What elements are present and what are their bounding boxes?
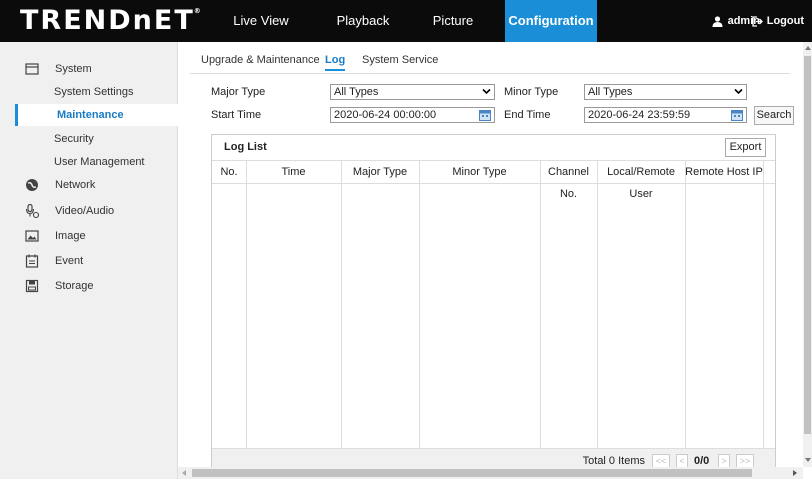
nav-playback[interactable]: Playback xyxy=(323,0,403,42)
major-type-value: All Types xyxy=(334,86,379,98)
column-header: Time xyxy=(281,166,306,178)
minor-type-value: All Types xyxy=(588,86,633,98)
start-time-input[interactable]: 2020-06-24 00:00:00 xyxy=(330,107,495,123)
minor-type-select[interactable]: All Types xyxy=(584,84,747,100)
tab-divider xyxy=(190,73,790,74)
sidebar-item-image[interactable]: Image xyxy=(25,227,86,245)
column-header: Remote Host IP xyxy=(685,166,763,178)
column-divider xyxy=(341,161,342,449)
logout-label: Logout xyxy=(766,15,804,27)
scroll-right-icon[interactable] xyxy=(793,470,797,476)
calendar-icon[interactable] xyxy=(731,109,743,121)
system-icon xyxy=(25,63,39,75)
export-button[interactable]: Export xyxy=(725,138,766,157)
scroll-up-icon[interactable] xyxy=(805,46,811,50)
column-header: Channel No. xyxy=(548,166,589,200)
logout-button[interactable]: Logout xyxy=(752,0,804,42)
scroll-down-icon[interactable] xyxy=(805,458,811,462)
sidebar-item-system-settings[interactable]: System Settings xyxy=(54,86,133,98)
sidebar-item-label: Event xyxy=(55,255,84,267)
tab-log[interactable]: Log xyxy=(325,54,346,71)
event-icon xyxy=(25,254,39,268)
sidebar-item-label: Storage xyxy=(55,280,94,292)
logout-icon xyxy=(752,15,763,27)
sidebar-item-security[interactable]: Security xyxy=(54,133,94,145)
trendnet-logo: TRENDnET ® xyxy=(20,5,201,36)
sidebar-item-label: Image xyxy=(55,230,86,242)
sidebar-item-maintenance[interactable]: Maintenance xyxy=(15,104,178,126)
main-content: Upgrade & Maintenance Log System Service… xyxy=(180,42,800,474)
minor-type-label: Minor Type xyxy=(504,86,559,98)
sidebar-item-network[interactable]: Network xyxy=(25,176,95,194)
sidebar-item-user-management[interactable]: User Management xyxy=(54,156,145,168)
end-time-input[interactable]: 2020-06-24 23:59:59 xyxy=(584,107,747,123)
horizontal-scrollbar[interactable] xyxy=(178,467,803,479)
nav-live-view[interactable]: Live View xyxy=(221,0,301,42)
column-divider xyxy=(685,161,686,449)
start-time-value: 2020-06-24 00:00:00 xyxy=(334,109,437,121)
column-divider xyxy=(246,161,247,449)
image-icon xyxy=(25,230,39,242)
tab-upgrade-maintenance[interactable]: Upgrade & Maintenance xyxy=(201,54,320,66)
storage-icon xyxy=(25,279,39,293)
end-time-value: 2020-06-24 23:59:59 xyxy=(588,109,691,121)
page-indicator: 0/0 xyxy=(694,455,710,467)
tab-system-service[interactable]: System Service xyxy=(362,54,438,66)
sidebar-item-storage[interactable]: Storage xyxy=(25,277,94,295)
sidebar-item-label: System xyxy=(55,63,92,75)
vertical-scroll-thumb[interactable] xyxy=(804,56,811,434)
top-navigation-bar: TRENDnET ® Live View Playback Picture Con… xyxy=(0,0,812,42)
user-icon xyxy=(712,15,723,27)
horizontal-scroll-thumb[interactable] xyxy=(192,469,752,477)
start-time-label: Start Time xyxy=(211,109,262,121)
major-type-label: Major Type xyxy=(211,86,266,98)
total-items: Total 0 Items xyxy=(582,455,645,467)
logo-text: TRENDnET xyxy=(20,5,195,36)
video-audio-icon xyxy=(25,204,39,218)
calendar-icon[interactable] xyxy=(479,109,491,121)
column-divider xyxy=(419,161,420,449)
sidebar-item-event[interactable]: Event xyxy=(25,252,83,270)
column-header: Major Type xyxy=(352,166,408,178)
column-divider xyxy=(540,161,541,449)
header-divider xyxy=(212,183,775,184)
log-table: No. Time Major Type Minor Type Channel N… xyxy=(212,160,775,449)
column-divider xyxy=(763,161,764,449)
column-header: Local/Remote User xyxy=(607,166,675,200)
log-list-panel: Log List Export No. Time Major Type Mino… xyxy=(211,134,776,474)
registered-mark: ® xyxy=(193,7,201,15)
log-list-title: Log List xyxy=(224,141,267,153)
end-time-label: End Time xyxy=(504,109,551,121)
column-header: No. xyxy=(220,166,238,178)
nav-configuration[interactable]: Configuration xyxy=(505,0,597,42)
column-divider xyxy=(597,161,598,449)
sidebar-item-video-audio[interactable]: Video/Audio xyxy=(25,202,114,220)
search-button[interactable]: Search xyxy=(754,106,794,125)
chevron-down-icon xyxy=(482,88,491,95)
sidebar-item-system[interactable]: System xyxy=(25,60,92,78)
sidebar: System System Settings Maintenance Secur… xyxy=(0,42,178,479)
nav-picture[interactable]: Picture xyxy=(418,0,488,42)
sidebar-item-label: Video/Audio xyxy=(55,205,115,217)
chevron-down-icon xyxy=(734,88,743,95)
column-header: Minor Type xyxy=(452,166,507,178)
network-icon xyxy=(26,179,38,191)
vertical-scrollbar[interactable] xyxy=(803,42,812,467)
sidebar-item-label: Network xyxy=(55,179,96,191)
scroll-left-icon[interactable] xyxy=(182,470,186,476)
major-type-select[interactable]: All Types xyxy=(330,84,495,100)
